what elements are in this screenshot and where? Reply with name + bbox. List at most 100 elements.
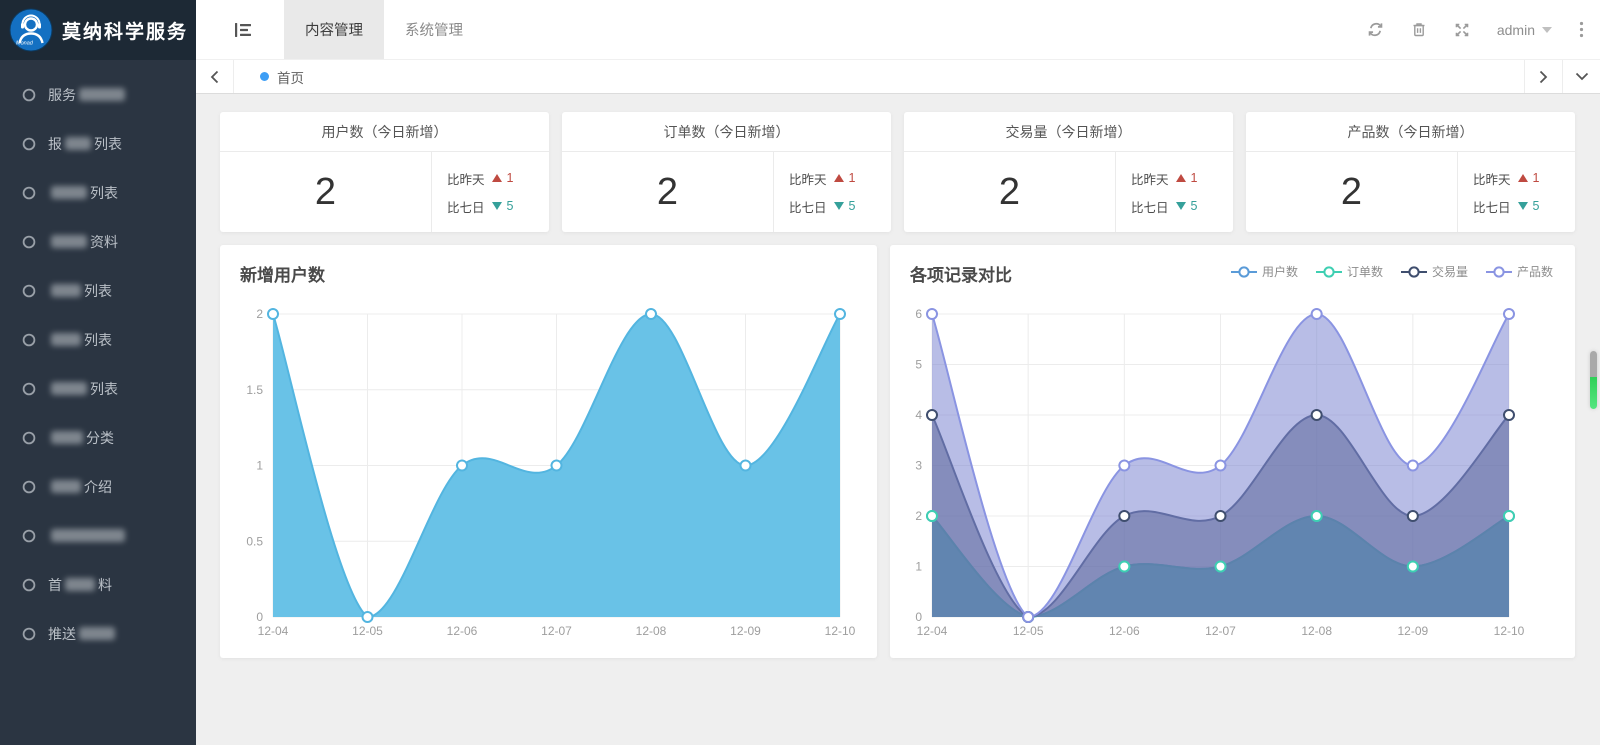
redacted-text: [51, 431, 83, 444]
sidebar-item-label: 首料: [48, 575, 112, 595]
main-area: 内容管理 系统管理: [196, 0, 1600, 745]
sidebar-item-label: 列表: [48, 281, 112, 301]
sidebar-item-12[interactable]: 推送: [0, 609, 196, 658]
sidebar-item-3[interactable]: 列表: [0, 168, 196, 217]
stat-card-body: 2比昨天1比七日5: [562, 152, 891, 232]
tab-system-management[interactable]: 系统管理: [384, 0, 484, 59]
redacted-text: [51, 529, 125, 542]
refresh-icon[interactable]: [1367, 21, 1384, 38]
redacted-text: [65, 578, 95, 591]
sidebar-item-label: 报列表: [48, 134, 122, 154]
sidebar-item-label: 列表: [48, 183, 118, 203]
fullscreen-icon[interactable]: [1454, 22, 1470, 38]
sidebar-item-1[interactable]: 服务: [0, 70, 196, 119]
collapse-sidebar-icon[interactable]: [234, 22, 252, 38]
redacted-text: [79, 88, 125, 101]
stat-delta-label: 比昨天: [789, 169, 827, 188]
circle-icon: [22, 480, 36, 494]
legend-marker-icon: [1486, 266, 1512, 278]
stat-deltas: 比昨天1比七日5: [773, 152, 891, 232]
svg-text:2: 2: [915, 509, 922, 523]
stat-card-2: 订单数（今日新增）2比昨天1比七日5: [562, 112, 891, 232]
stat-value: 2: [562, 152, 773, 232]
legend-item-订单数[interactable]: 订单数: [1316, 263, 1383, 280]
svg-text:12-04: 12-04: [917, 624, 948, 638]
sidebar-item-9[interactable]: 介绍: [0, 462, 196, 511]
svg-text:1: 1: [256, 459, 263, 473]
tab-content-management[interactable]: 内容管理: [284, 0, 384, 59]
triangle-up-icon: [1176, 174, 1186, 182]
svg-text:12-06: 12-06: [447, 624, 478, 638]
svg-text:0.5: 0.5: [246, 534, 263, 548]
tag-spacer: [304, 60, 1524, 93]
active-tag-label: 首页: [277, 67, 304, 87]
svg-text:12-08: 12-08: [1301, 624, 1332, 638]
stat-card-body: 2比昨天1比七日5: [1246, 152, 1575, 232]
app-root: Monad 莫纳科学服务 服务报列表列表资料列表列表列表分类介绍首料推送 内容管…: [0, 0, 1600, 745]
redacted-text: [79, 627, 115, 640]
svg-text:12-07: 12-07: [541, 624, 572, 638]
svg-text:4: 4: [915, 408, 922, 422]
chart0-svg: 00.511.5212-0412-0512-0612-0712-0812-091…: [220, 245, 877, 658]
sidebar-item-11[interactable]: 首料: [0, 560, 196, 609]
redacted-text: [51, 382, 87, 395]
sidebar-item-4[interactable]: 资料: [0, 217, 196, 266]
tags-menu-icon[interactable]: [1562, 60, 1600, 93]
page-scrollbar-thumb[interactable]: [1590, 351, 1597, 409]
tags-scroll-left-icon[interactable]: [196, 60, 234, 93]
scrollbar-thumb-green: [1590, 377, 1597, 409]
sidebar-menu: 服务报列表列表资料列表列表列表分类介绍首料推送: [0, 60, 196, 658]
stat-delta-value: 5: [849, 199, 856, 213]
redacted-text: [51, 235, 87, 248]
triangle-down-icon: [834, 202, 844, 210]
stat-delta-row: 比七日5: [447, 197, 549, 216]
chevron-down-icon: [1542, 27, 1552, 33]
sidebar-item-8[interactable]: 分类: [0, 413, 196, 462]
sidebar-item-7[interactable]: 列表: [0, 364, 196, 413]
circle-icon: [22, 529, 36, 543]
svg-text:0: 0: [915, 610, 922, 624]
brand[interactable]: Monad 莫纳科学服务: [0, 0, 196, 60]
circle-icon: [22, 235, 36, 249]
brand-title: 莫纳科学服务: [62, 17, 188, 44]
sidebar-item-label: 资料: [48, 232, 118, 252]
sidebar-item-label: 列表: [48, 379, 118, 399]
sidebar-item-label: 列表: [48, 330, 112, 350]
more-dots-icon[interactable]: [1579, 21, 1584, 38]
circle-icon: [22, 578, 36, 592]
legend-item-用户数[interactable]: 用户数: [1231, 263, 1298, 280]
tags-scroll-right-icon[interactable]: [1524, 60, 1562, 93]
triangle-up-icon: [834, 174, 844, 182]
stat-delta-value: 1: [1191, 171, 1198, 185]
stat-card-title: 产品数（今日新增）: [1246, 112, 1575, 152]
area-chart-records-compare: 012345612-0412-0512-0612-0712-0812-0912-…: [890, 245, 1575, 658]
user-menu[interactable]: admin: [1497, 22, 1552, 38]
stat-delta-row: 比七日5: [1131, 197, 1233, 216]
stat-delta-row: 比七日 5: [1473, 197, 1575, 216]
sidebar-item-10[interactable]: [0, 511, 196, 560]
stat-card-title: 交易量（今日新增）: [904, 112, 1233, 152]
sidebar-item-5[interactable]: 列表: [0, 266, 196, 315]
stat-delta-label: 比昨天: [1131, 169, 1169, 188]
sidebar-item-2[interactable]: 报列表: [0, 119, 196, 168]
legend-item-产品数[interactable]: 产品数: [1486, 263, 1553, 280]
stat-delta-label: 比七日: [447, 197, 485, 216]
sidebar-item-6[interactable]: 列表: [0, 315, 196, 364]
svg-text:12-04: 12-04: [258, 624, 289, 638]
stat-card-title: 订单数（今日新增）: [562, 112, 891, 152]
legend-label: 用户数: [1262, 263, 1298, 280]
stat-delta-label: 比七日: [1473, 197, 1511, 216]
stat-delta-value: 1: [507, 171, 514, 185]
redacted-text: [65, 137, 91, 150]
trash-icon[interactable]: [1411, 21, 1427, 38]
chart1-svg: 012345612-0412-0512-0612-0712-0812-0912-…: [890, 245, 1575, 658]
redacted-text: [51, 186, 87, 199]
triangle-up-icon: [1518, 174, 1528, 182]
area-chart-new-users: 00.511.5212-0412-0512-0612-0712-0812-091…: [220, 245, 877, 658]
tag-home[interactable]: 首页: [260, 60, 304, 93]
legend-item-交易量[interactable]: 交易量: [1401, 263, 1468, 280]
stat-delta-value: 5: [1533, 199, 1540, 213]
triangle-down-icon: [1518, 202, 1528, 210]
stat-delta-row: 比昨天1: [789, 169, 891, 188]
stat-card-1: 用户数（今日新增）2比昨天1比七日5: [220, 112, 549, 232]
